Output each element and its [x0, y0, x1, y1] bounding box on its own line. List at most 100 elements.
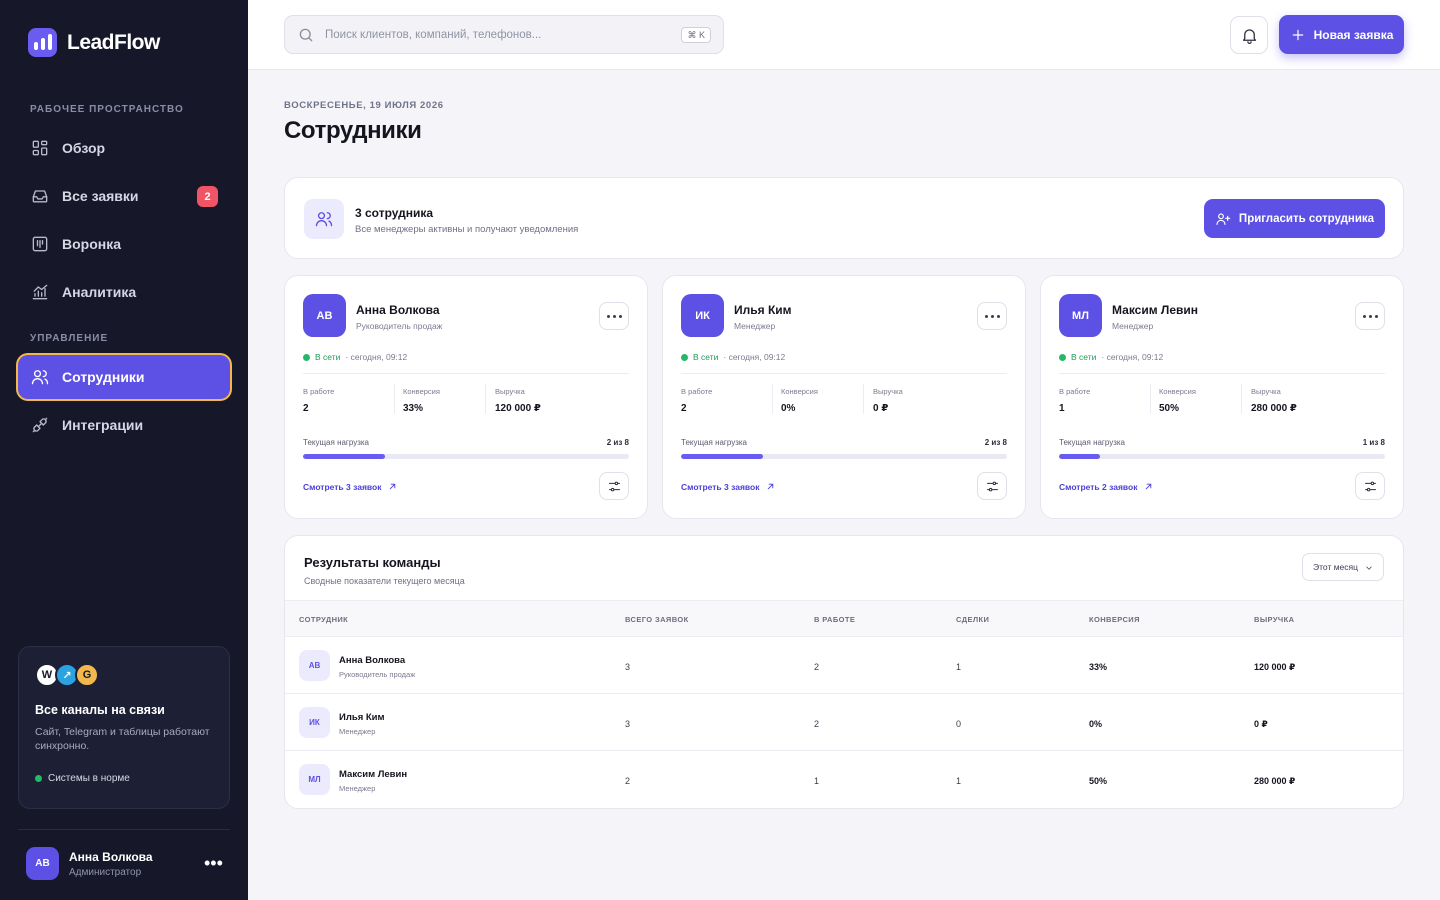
avatar: МЛ [1059, 294, 1102, 337]
cell-revenue: 120 000 ₽ [1254, 662, 1296, 672]
column-header[interactable]: ВЫРУЧКА [1254, 615, 1294, 624]
user-menu-more-icon[interactable]: ••• [204, 854, 223, 872]
period-value: Этот месяц [1313, 562, 1358, 572]
employee-card: ИК Илья Ким Менеджер В сети · сегодня, 0… [662, 275, 1026, 519]
settings-sliders-button[interactable] [599, 472, 629, 500]
settings-sliders-button[interactable] [1355, 472, 1385, 500]
column-header[interactable]: СДЕЛКИ [956, 615, 989, 624]
view-requests-link[interactable]: Смотреть 3 заявок [681, 481, 776, 492]
table-row[interactable]: ИК Илья Ким Менеджер 3 2 0 0% 0 ₽ [285, 694, 1403, 751]
employee-name[interactable]: Илья Ким [734, 303, 792, 317]
settings-sliders-button[interactable] [977, 472, 1007, 500]
cell-in-work: 2 [814, 662, 820, 672]
system-status-text: Системы в норме [48, 773, 130, 784]
employee-name: Анна Волкова [339, 655, 406, 666]
team-count: 3 сотрудника [355, 206, 434, 220]
notifications-button[interactable] [1230, 16, 1268, 54]
cell-conversion: 50% [1089, 776, 1108, 786]
period-select[interactable]: Этот месяц [1302, 553, 1384, 581]
cell-conversion: 33% [1089, 662, 1108, 672]
stat-in-work: В работе 2 [681, 387, 712, 414]
channels-title: Все каналы на связи [35, 703, 165, 717]
column-header[interactable]: В РАБОТЕ [814, 615, 855, 624]
avatar[interactable]: АВ [26, 847, 59, 880]
sidebar-item-overview[interactable]: Обзор [18, 126, 230, 170]
stat-label: В работе [681, 387, 713, 396]
load-label: Текущая нагрузка [681, 438, 747, 447]
requests-count-badge: 2 [197, 186, 218, 207]
online-status: В сети · сегодня, 09:12 [1059, 352, 1163, 362]
view-requests-label: Смотреть 2 заявок [1059, 481, 1138, 492]
stat-in-work: В работе 2 [303, 387, 334, 414]
load-value: 2 из 8 [606, 438, 629, 447]
sidebar-item-analytics[interactable]: Аналитика [18, 270, 230, 314]
cell-deals: 0 [956, 719, 962, 729]
view-requests-link[interactable]: Смотреть 3 заявок [303, 481, 398, 492]
invite-employee-button[interactable]: Пригласить сотрудника [1204, 199, 1385, 238]
avatar: ИК [681, 294, 724, 337]
view-requests-label: Смотреть 3 заявок [681, 481, 760, 492]
stat-value: 0% [781, 403, 796, 414]
divider [303, 373, 629, 374]
more-options-icon[interactable] [977, 302, 1007, 330]
cell-in-work: 1 [814, 776, 820, 786]
stat-label: В работе [1059, 387, 1091, 396]
sidebar-item-label: Обзор [62, 140, 106, 156]
view-requests-link[interactable]: Смотреть 2 заявок [1059, 481, 1154, 492]
new-request-button[interactable]: Новая заявка [1279, 15, 1404, 54]
search-input[interactable] [325, 28, 665, 41]
kanban-icon [32, 236, 48, 252]
load-label: Текущая нагрузка [303, 438, 369, 447]
app-logo[interactable]: LeadFlow [28, 28, 160, 57]
status-dot-icon [681, 353, 688, 361]
table-row[interactable]: АВ Анна Волкова Руководитель продаж 3 2 … [285, 637, 1403, 694]
avatar: АВ [303, 294, 346, 337]
chevron-down-icon [1366, 566, 1372, 570]
column-header[interactable]: СОТРУДНИК [299, 615, 348, 624]
stat-revenue: Выручка 120 000 ₽ [495, 387, 541, 414]
column-header[interactable]: КОНВЕРСИЯ [1089, 615, 1140, 624]
new-request-label: Новая заявка [1313, 27, 1394, 42]
user-plus-icon [1216, 212, 1231, 225]
cell-deals: 1 [956, 662, 962, 672]
divider [681, 373, 1007, 374]
divider [485, 384, 486, 414]
users-icon [31, 370, 49, 385]
search-shortcut-hint: ⌘ K [681, 27, 711, 43]
table-row[interactable]: МЛ Максим Левин Менеджер 2 1 1 50% 280 0… [285, 751, 1403, 808]
plus-icon [1292, 29, 1303, 40]
stat-in-work: В работе 1 [1059, 387, 1090, 414]
employee-role: Менеджер [1112, 321, 1154, 331]
avatar: АВ [299, 650, 330, 681]
current-date: ВОСКРЕСЕНЬЕ, 19 ИЮЛЯ 2026 [284, 100, 444, 111]
more-options-icon[interactable] [1355, 302, 1385, 330]
online-label: В сети [1071, 352, 1097, 362]
stat-value: 2 [681, 403, 687, 414]
table-header: СОТРУДНИК ВСЕГО ЗАЯВОК В РАБОТЕ СДЕЛКИ К… [285, 600, 1403, 637]
divider [394, 384, 395, 414]
employee-role: Руководитель продаж [339, 670, 416, 679]
cell-total-requests: 2 [625, 776, 631, 786]
sidebar-item-funnel[interactable]: Воронка [18, 222, 230, 266]
employee-name[interactable]: Максим Левин [1112, 303, 1198, 317]
stat-label: Выручка [495, 387, 525, 396]
sidebar-item-all-requests[interactable]: Все заявки 2 [18, 174, 230, 218]
stat-value: 280 000 ₽ [1251, 403, 1297, 414]
employee-role: Руководитель продаж [356, 321, 443, 331]
employee-role: Менеджер [339, 727, 376, 736]
column-header[interactable]: ВСЕГО ЗАЯВОК [625, 615, 689, 624]
stat-label: Выручка [873, 387, 903, 396]
stat-conversion: Конверсия 33% [403, 387, 440, 414]
search-box[interactable]: ⌘ K [284, 15, 724, 54]
stat-label: Выручка [1251, 387, 1281, 396]
employee-card: АВ Анна Волкова Руководитель продаж В се… [284, 275, 648, 519]
load-progress-fill [681, 454, 763, 459]
stat-value: 50% [1159, 403, 1180, 414]
sidebar-item-employees[interactable]: Сотрудники [18, 355, 230, 399]
employee-name[interactable]: Анна Волкова [356, 303, 440, 317]
sidebar-item-integrations[interactable]: Интеграции [18, 403, 230, 447]
more-options-icon[interactable] [599, 302, 629, 330]
stat-value: 33% [403, 403, 424, 414]
cell-conversion: 0% [1089, 719, 1103, 729]
load-progress-fill [303, 454, 385, 459]
